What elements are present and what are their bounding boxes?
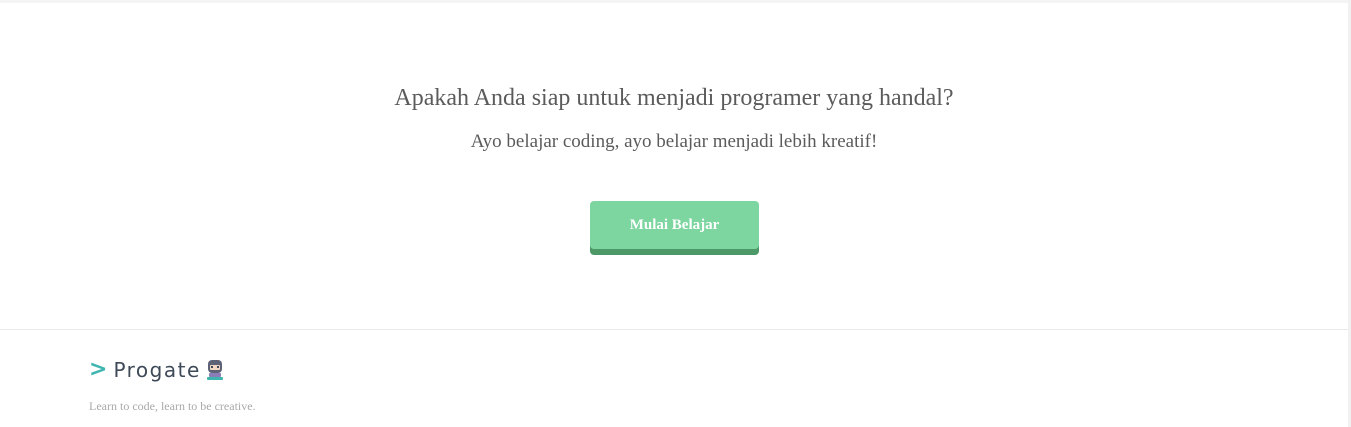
logo-text: Progate [113,358,201,382]
footer-tagline: Learn to code, learn to be creative. [89,399,256,413]
chevron-right-icon: > [89,357,108,382]
footer: > Progate Learn to code, learn to be cre… [0,330,1348,427]
ninja-mascot-icon [206,359,224,381]
start-learning-button[interactable]: Mulai Belajar [590,201,759,249]
hero-section: Apakah Anda siap untuk menjadi programer… [0,3,1348,329]
progate-logo[interactable]: > Progate [89,357,224,383]
hero-subtitle: Ayo belajar coding, ayo belajar menjadi … [470,131,878,152]
hero-title: Apakah Anda siap untuk menjadi programer… [394,85,954,111]
